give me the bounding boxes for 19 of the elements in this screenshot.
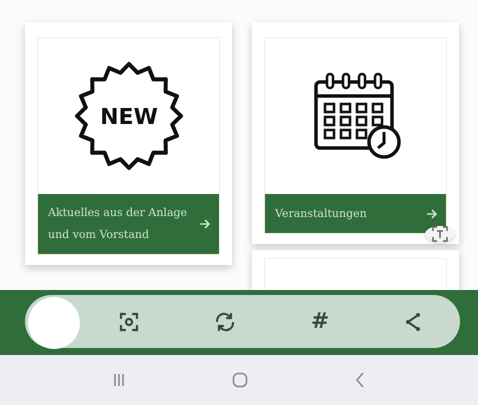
tile-label-bar[interactable]: Aktuelles aus der Anlage und vom Vorstand bbox=[38, 194, 219, 254]
tile-label: Veranstaltungen bbox=[275, 206, 368, 222]
tile-label: Aktuelles aus der Anlage und vom Vorstand bbox=[48, 205, 188, 243]
scan-icon bbox=[118, 312, 139, 332]
tile-card[interactable]: NEW Aktuelles aus der Anlage und vom Vorstand bbox=[25, 22, 232, 265]
share-icon bbox=[404, 312, 422, 332]
arrow-icon bbox=[199, 219, 211, 229]
tile-card[interactable] bbox=[252, 250, 459, 290]
tile-label-bar[interactable]: Veranstaltungen bbox=[265, 194, 446, 233]
arrow-icon bbox=[426, 208, 438, 218]
recents-icon bbox=[113, 373, 126, 387]
new-badge-icon: NEW bbox=[72, 60, 184, 172]
tile-card[interactable]: Veranstaltungen bbox=[252, 22, 459, 244]
capture-thumbnail[interactable] bbox=[28, 297, 80, 349]
hashtag-button[interactable]: # bbox=[306, 305, 334, 338]
back-icon bbox=[354, 372, 365, 388]
home-icon bbox=[232, 372, 248, 388]
scan-text-icon bbox=[432, 226, 448, 242]
rotate-icon bbox=[214, 312, 236, 332]
